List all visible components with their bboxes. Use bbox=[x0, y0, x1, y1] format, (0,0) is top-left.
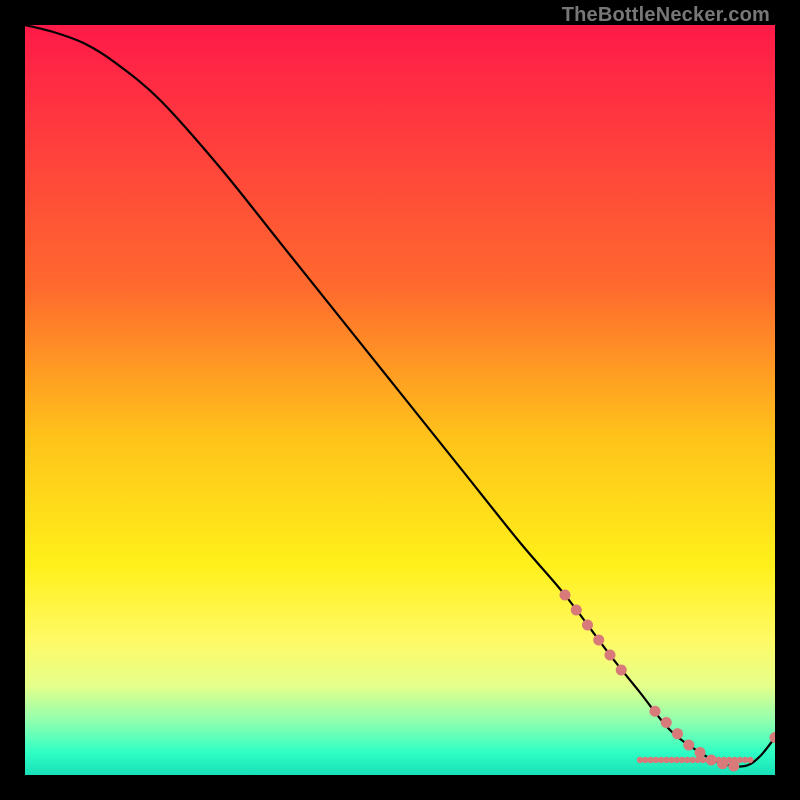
watermark-text: TheBottleNecker.com bbox=[562, 4, 770, 27]
chart-marker bbox=[616, 665, 627, 676]
chart-marker bbox=[571, 605, 582, 616]
chart-marker bbox=[593, 635, 604, 646]
chart-background-gradient bbox=[25, 25, 775, 775]
chart-marker bbox=[650, 706, 661, 717]
chart-marker bbox=[747, 757, 753, 763]
chart-marker bbox=[683, 740, 694, 751]
chart-frame bbox=[25, 25, 775, 775]
chart-marker bbox=[672, 728, 683, 739]
chart-marker bbox=[582, 620, 593, 631]
chart-marker bbox=[695, 747, 706, 758]
chart-marker bbox=[605, 650, 616, 661]
chart-marker bbox=[661, 717, 672, 728]
bottleneck-chart bbox=[25, 25, 775, 775]
chart-marker bbox=[560, 590, 571, 601]
